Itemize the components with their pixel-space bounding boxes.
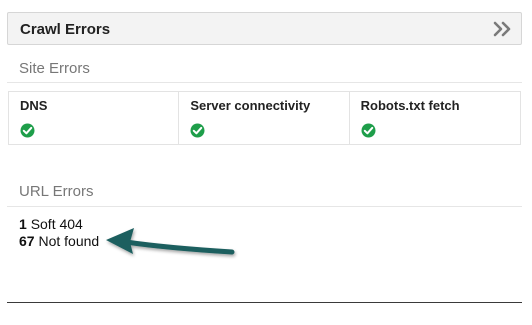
section-divider [7,82,522,83]
site-errors-grid: DNS Server connectivity Robots.txt fetch [8,91,521,145]
url-errors-list: 1 Soft 404 67 Not found [19,216,99,250]
double-chevron-right-icon[interactable] [492,19,514,39]
annotation-arrow-icon [100,222,245,272]
check-circle-icon [20,123,35,138]
url-error-count: 1 [19,216,27,232]
section-divider [7,206,522,207]
crawl-errors-header: Crawl Errors [7,12,522,45]
site-errors-heading: Site Errors [19,60,90,77]
crawl-errors-panel: Crawl Errors Site Errors DNS Server conn… [0,0,532,325]
url-error-soft-404[interactable]: 1 Soft 404 [19,216,99,233]
url-error-count: 67 [19,233,35,249]
site-error-server-connectivity[interactable]: Server connectivity [179,92,350,144]
site-error-label: Server connectivity [190,98,311,113]
bottom-divider [7,302,522,303]
site-error-dns[interactable]: DNS [9,92,180,144]
site-error-label: DNS [20,98,48,113]
url-errors-heading: URL Errors [19,183,94,200]
site-error-robots-fetch[interactable]: Robots.txt fetch [350,92,520,144]
url-error-label: Not found [38,233,100,249]
panel-title: Crawl Errors [20,21,111,38]
check-circle-icon [361,123,376,138]
check-circle-icon [190,123,205,138]
site-error-label: Robots.txt fetch [360,98,460,113]
url-error-label: Soft 404 [30,216,83,232]
url-error-not-found[interactable]: 67 Not found [19,233,99,250]
